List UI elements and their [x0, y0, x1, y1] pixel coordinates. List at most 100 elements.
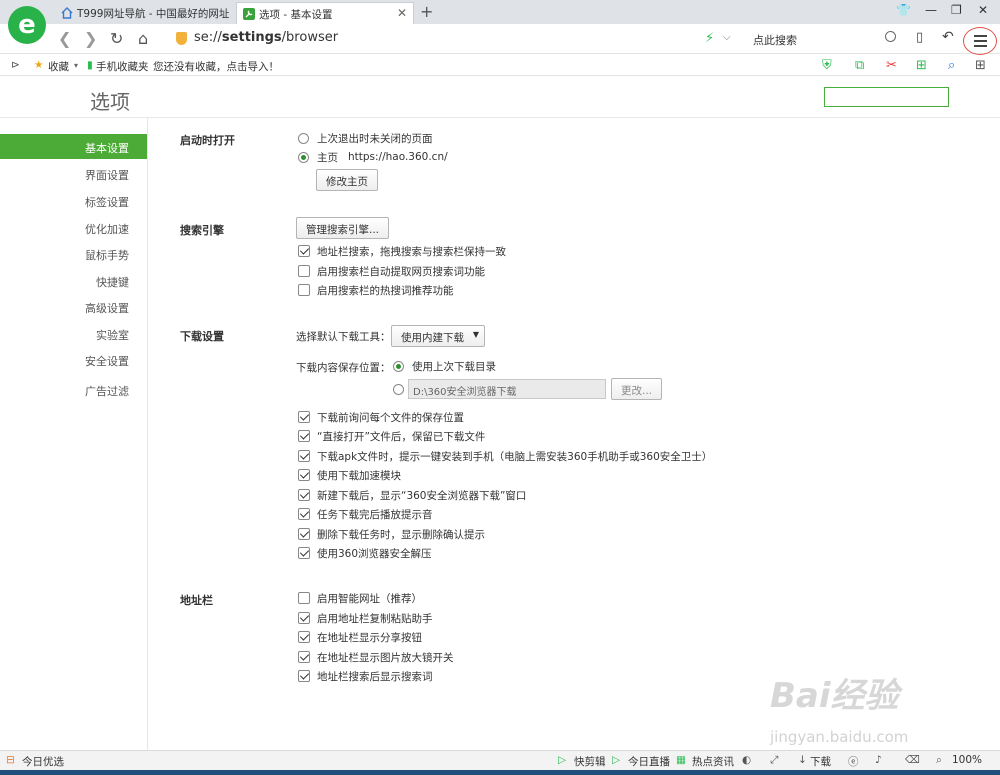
checkbox[interactable] [298, 670, 310, 682]
today-picks-link[interactable]: 今日优选 [22, 754, 64, 769]
radio-button[interactable] [393, 360, 404, 372]
refresh-icon[interactable]: ↻ [110, 29, 123, 48]
sidebar-item-optimize[interactable]: 优化加速 [85, 221, 129, 237]
chevron-down-icon[interactable]: ⌵ [723, 32, 731, 43]
addressbar-option[interactable]: 在地址栏显示图片放大镜开关 [298, 649, 454, 665]
new-tab-button[interactable]: + [420, 2, 433, 21]
change-path-button[interactable]: 更改... [611, 378, 663, 400]
close-tab-icon[interactable]: ✕ [397, 6, 407, 20]
change-home-button[interactable]: 修改主页 [316, 169, 378, 191]
checkbox[interactable] [298, 631, 310, 643]
checkbox[interactable] [298, 284, 310, 296]
checkbox[interactable] [298, 489, 310, 501]
sidebar-item-mouse-gesture[interactable]: 鼠标手势 [85, 247, 129, 263]
import-hint-link[interactable]: 您还没有收藏，点击导入！ [153, 59, 279, 74]
radio-button[interactable] [298, 132, 309, 144]
tab-t999[interactable]: T999网址导航 - 中国最好的网址 [55, 2, 233, 24]
home-button-icon[interactable]: ⌂ [138, 29, 148, 48]
game-icon[interactable]: ⊞ [916, 58, 927, 73]
restore-button[interactable]: ❐ [951, 3, 962, 17]
sidebar-item-interface[interactable]: 界面设置 [85, 167, 129, 183]
checkbox[interactable] [298, 528, 310, 540]
cleanup-icon[interactable]: ⌫ [905, 754, 920, 766]
radio-button[interactable] [298, 151, 309, 163]
checkbox[interactable] [298, 547, 310, 559]
chevron-down-icon[interactable]: ▾ [74, 61, 78, 70]
sidebar-item-tabs[interactable]: 标签设置 [85, 194, 129, 210]
checkbox[interactable] [298, 651, 310, 663]
checkbox[interactable] [298, 411, 310, 423]
zoom-level[interactable]: 100% [952, 754, 982, 766]
sound-icon[interactable]: ♪ [875, 754, 882, 766]
scissors-icon[interactable]: ✂ [886, 58, 897, 73]
download-option[interactable]: 删除下载任务时，显示删除确认提示 [298, 526, 485, 542]
download-option[interactable]: 下载前询问每个文件的保存位置 [298, 409, 464, 425]
favorites-menu[interactable]: 收藏 [48, 59, 69, 74]
download-option[interactable]: 使用下载加速模块 [298, 467, 401, 483]
addressbar-option[interactable]: 在地址栏显示分享按钮 [298, 629, 422, 645]
download-option[interactable]: 下载apk文件时，提示一键安装到手机（电脑上需安装360手机助手或360安全卫士… [298, 448, 712, 464]
startup-home-option[interactable]: 主页 https://hao.360.cn/ [298, 149, 448, 165]
tab-settings[interactable]: 选项 - 基本设置 ✕ [236, 2, 414, 24]
option-label: 启用智能网址（推荐） [317, 592, 422, 605]
speed-meter-icon[interactable]: ◐ [742, 754, 751, 766]
ie-icon[interactable]: ⓔ [848, 754, 859, 769]
addressbar-option[interactable]: 地址栏搜索后显示搜索词 [298, 668, 433, 684]
startup-last-session-option[interactable]: 上次退出时未关闭的页面 [298, 130, 433, 146]
checkbox[interactable] [298, 245, 310, 257]
sidebar-item-shortcuts[interactable]: 快捷键 [96, 274, 129, 290]
download-option[interactable]: 任务下载完后播放提示音 [298, 506, 433, 522]
live-link[interactable]: 今日直播 [628, 754, 670, 769]
mobile-favorites-link[interactable]: 手机收藏夹 [96, 59, 149, 74]
sidebar-item-advanced[interactable]: 高级设置 [85, 300, 129, 316]
manage-search-engines-button[interactable]: 管理搜索引擎... [296, 217, 390, 239]
settings-search-input[interactable] [824, 87, 949, 107]
sidebar-toggle-icon[interactable]: ⊳ [11, 59, 20, 71]
checkbox[interactable] [298, 265, 310, 277]
search-input[interactable]: 点此搜索 [748, 28, 900, 50]
news-link[interactable]: 热点资讯 [692, 754, 734, 769]
speed-icon[interactable]: ⚡ [705, 31, 714, 46]
search-option[interactable]: 启用搜索栏的热搜词推荐功能 [298, 282, 454, 298]
checkbox[interactable] [298, 508, 310, 520]
download-option[interactable]: “直接打开”文件后，保留已下载文件 [298, 428, 485, 444]
checkbox[interactable] [298, 469, 310, 481]
apps-grid-icon[interactable]: ⊞ [975, 58, 986, 73]
search-option[interactable]: 地址栏搜索，拖拽搜索与搜索栏保持一致 [298, 243, 506, 259]
translate-icon[interactable]: ⧉ [855, 58, 864, 73]
main-menu-button[interactable] [963, 27, 997, 55]
download-link[interactable]: 下载 [810, 754, 831, 769]
search-option[interactable]: 启用搜索栏自动提取网页搜索词功能 [298, 263, 485, 279]
sidebar-item-security[interactable]: 安全设置 [85, 353, 129, 369]
skin-icon[interactable]: 👕 [896, 3, 911, 17]
download-path-field[interactable]: D:\360安全浏览器下载 [408, 379, 606, 399]
search-icon[interactable] [885, 31, 896, 42]
security-shield-icon[interactable]: ⛨ [822, 58, 832, 73]
sidebar-item-lab[interactable]: 实验室 [96, 327, 129, 343]
browser-logo[interactable]: e [8, 6, 46, 44]
radio-button[interactable] [393, 383, 404, 395]
clip-link[interactable]: 快剪辑 [574, 754, 606, 769]
tablet-icon[interactable]: ▯ [916, 30, 923, 45]
checkbox[interactable] [298, 612, 310, 624]
addressbar-option[interactable]: 启用地址栏复制粘贴助手 [298, 610, 433, 626]
url-input[interactable]: se://settings/browser [170, 28, 740, 50]
download-tool-select[interactable]: 使用内建下载 ▼ [391, 325, 485, 347]
close-window-button[interactable]: ✕ [978, 3, 988, 17]
minimize-button[interactable]: — [925, 3, 937, 17]
addressbar-option[interactable]: 启用智能网址（推荐） [298, 590, 422, 606]
screenshot-icon[interactable]: ⤢ [770, 754, 778, 767]
download-option[interactable]: 使用360浏览器安全解压 [298, 545, 432, 561]
download-option[interactable]: 新建下载后，显示“360安全浏览器下载”窗口 [298, 487, 526, 503]
back-icon[interactable]: ❮ [58, 29, 71, 48]
checkbox[interactable] [298, 450, 310, 462]
baidu-watermark: Bai经验 [770, 676, 899, 716]
checkbox[interactable] [298, 430, 310, 442]
checkbox[interactable] [298, 592, 310, 604]
search-tool-icon[interactable]: ⌕ [948, 58, 955, 73]
sidebar-item-basic[interactable]: 基本设置 [0, 134, 147, 159]
forward-icon[interactable]: ❯ [84, 29, 97, 48]
sidebar-item-adblock[interactable]: 广告过滤 [85, 383, 129, 399]
undo-icon[interactable]: ↶ [942, 29, 954, 45]
use-last-dir-option[interactable]: 使用上次下载目录 [393, 358, 496, 374]
